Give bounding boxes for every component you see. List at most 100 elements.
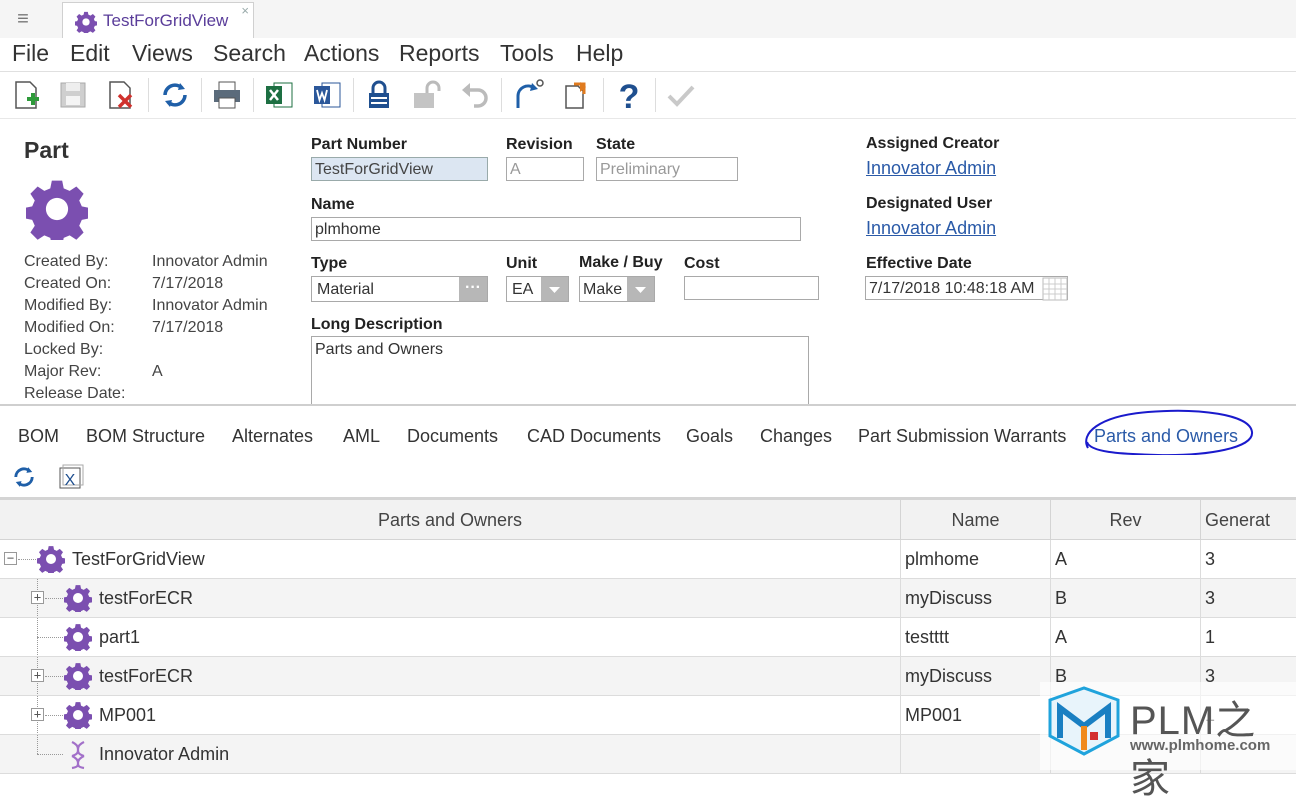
toolbar-separator	[603, 78, 604, 112]
name-field[interactable]: plmhome	[311, 217, 801, 241]
rev-cell: A	[1051, 618, 1201, 656]
type-label: Type	[311, 255, 348, 272]
svg-text:X: X	[65, 472, 76, 489]
rev-cell: B	[1051, 579, 1201, 617]
excel-export-icon[interactable]: X	[56, 463, 84, 491]
menu-file[interactable]: File	[12, 40, 49, 67]
print-icon[interactable]	[210, 78, 244, 112]
toolbar-separator	[353, 78, 354, 112]
column-header-generation[interactable]: Generat	[1201, 500, 1296, 540]
promote-icon[interactable]	[512, 78, 546, 112]
name-cell: testttt	[901, 618, 1051, 656]
item-type-title: Part	[24, 137, 69, 163]
expand-icon[interactable]: +	[31, 708, 44, 721]
tree-cell: Innovator Admin	[0, 735, 901, 773]
menu-reports[interactable]: Reports	[399, 40, 480, 67]
menu-search[interactable]: Search	[213, 40, 286, 67]
main-toolbar: ?	[0, 72, 1296, 119]
tree-cell: part1	[0, 618, 901, 656]
refresh-icon[interactable]	[10, 463, 38, 491]
gear-icon	[37, 546, 65, 573]
generation-cell: 1	[1205, 627, 1216, 647]
tree-line	[37, 754, 63, 755]
menu-tools[interactable]: Tools	[500, 40, 554, 67]
tab-changes[interactable]: Changes	[760, 426, 832, 447]
excel-icon[interactable]	[262, 78, 296, 112]
delete-icon[interactable]	[104, 78, 138, 112]
menu-views[interactable]: Views	[132, 40, 193, 67]
row-label: MP001	[99, 705, 157, 725]
menu-help[interactable]: Help	[576, 40, 623, 67]
unlock-icon[interactable]	[410, 78, 444, 112]
identity-icon	[71, 741, 85, 770]
designated-user-label: Designated User	[866, 195, 993, 212]
document-tab[interactable]: TestForGridView ×	[62, 2, 254, 39]
undo-icon[interactable]	[458, 78, 492, 112]
tab-alternates[interactable]: Alternates	[232, 426, 313, 447]
tab-close-icon[interactable]: ×	[241, 3, 249, 18]
toolbar-separator	[655, 78, 656, 112]
revision-label: Revision	[506, 136, 573, 153]
effective-date-label: Effective Date	[866, 255, 972, 272]
make-buy-chevron-down-icon[interactable]	[627, 277, 654, 301]
column-header-name[interactable]: Name	[901, 500, 1051, 540]
long-description-label: Long Description	[311, 316, 443, 333]
gear-icon	[64, 702, 92, 729]
save-icon[interactable]	[56, 78, 90, 112]
name-label: Name	[311, 196, 355, 213]
tree-cell: − TestForGridView	[0, 540, 901, 578]
table-row[interactable]: + testForECR myDiscuss B 3	[0, 579, 1296, 618]
designated-user-link[interactable]: Innovator Admin	[866, 218, 996, 239]
row-label: testForECR	[99, 666, 194, 686]
hamburger-menu-icon[interactable]: ≡	[12, 9, 34, 29]
menu-actions[interactable]: Actions	[304, 40, 379, 67]
table-row[interactable]: part1 testttt A 1	[0, 618, 1296, 657]
version-icon[interactable]	[560, 78, 594, 112]
tree-cell: + MP001	[0, 696, 901, 734]
revision-field[interactable]: A	[506, 157, 584, 181]
lock-icon[interactable]	[362, 78, 396, 112]
unit-chevron-down-icon[interactable]	[541, 277, 568, 301]
column-header-rev[interactable]: Rev	[1051, 500, 1201, 540]
refresh-icon[interactable]	[158, 78, 192, 112]
tab-goals[interactable]: Goals	[686, 426, 733, 447]
tab-cad-documents[interactable]: CAD Documents	[527, 426, 661, 447]
generation-cell: 3	[1205, 549, 1216, 569]
modified-by-label: Modified By:	[24, 297, 113, 314]
locked-by-label: Locked By:	[24, 341, 104, 358]
cost-field[interactable]	[684, 276, 819, 300]
word-icon[interactable]	[310, 78, 344, 112]
help-icon[interactable]: ?	[612, 78, 646, 112]
part-number-field[interactable]: TestForGridView	[311, 157, 488, 181]
state-field[interactable]: Preliminary	[596, 157, 738, 181]
tree-line	[45, 676, 63, 677]
tree-line	[45, 598, 63, 599]
assigned-creator-link[interactable]: Innovator Admin	[866, 158, 996, 179]
created-by-value: Innovator Admin	[152, 253, 268, 270]
tab-bom-structure[interactable]: BOM Structure	[86, 426, 205, 447]
tab-part-submission-warrants[interactable]: Part Submission Warrants	[858, 426, 1066, 447]
new-icon[interactable]	[10, 78, 44, 112]
expand-icon[interactable]: +	[31, 591, 44, 604]
collapse-icon[interactable]: −	[4, 552, 17, 565]
tab-aml[interactable]: AML	[343, 426, 380, 447]
tab-bom[interactable]: BOM	[18, 426, 59, 447]
done-icon[interactable]	[664, 78, 698, 112]
expand-icon[interactable]: +	[31, 669, 44, 682]
tab-documents[interactable]: Documents	[407, 426, 498, 447]
toolbar-separator	[148, 78, 149, 112]
make-buy-label: Make / Buy	[579, 254, 663, 271]
row-label: part1	[99, 627, 141, 647]
column-header-parts-and-owners[interactable]: Parts and Owners	[0, 500, 901, 540]
type-picker-button[interactable]: ···	[459, 277, 487, 301]
calendar-icon[interactable]	[1042, 277, 1068, 301]
long-description-textarea[interactable]: Parts and Owners	[311, 336, 809, 406]
relationship-toolbar: X	[0, 455, 1296, 500]
modified-by-value: Innovator Admin	[152, 297, 268, 314]
tree-cell: + testForECR	[0, 579, 901, 617]
tree-line	[37, 637, 63, 638]
effective-date-field[interactable]: 7/17/2018 10:48:18 AM	[865, 276, 1068, 300]
menu-edit[interactable]: Edit	[70, 40, 110, 67]
table-row[interactable]: − TestForGridView plmhome A 3	[0, 540, 1296, 579]
part-gear-icon	[26, 180, 88, 240]
